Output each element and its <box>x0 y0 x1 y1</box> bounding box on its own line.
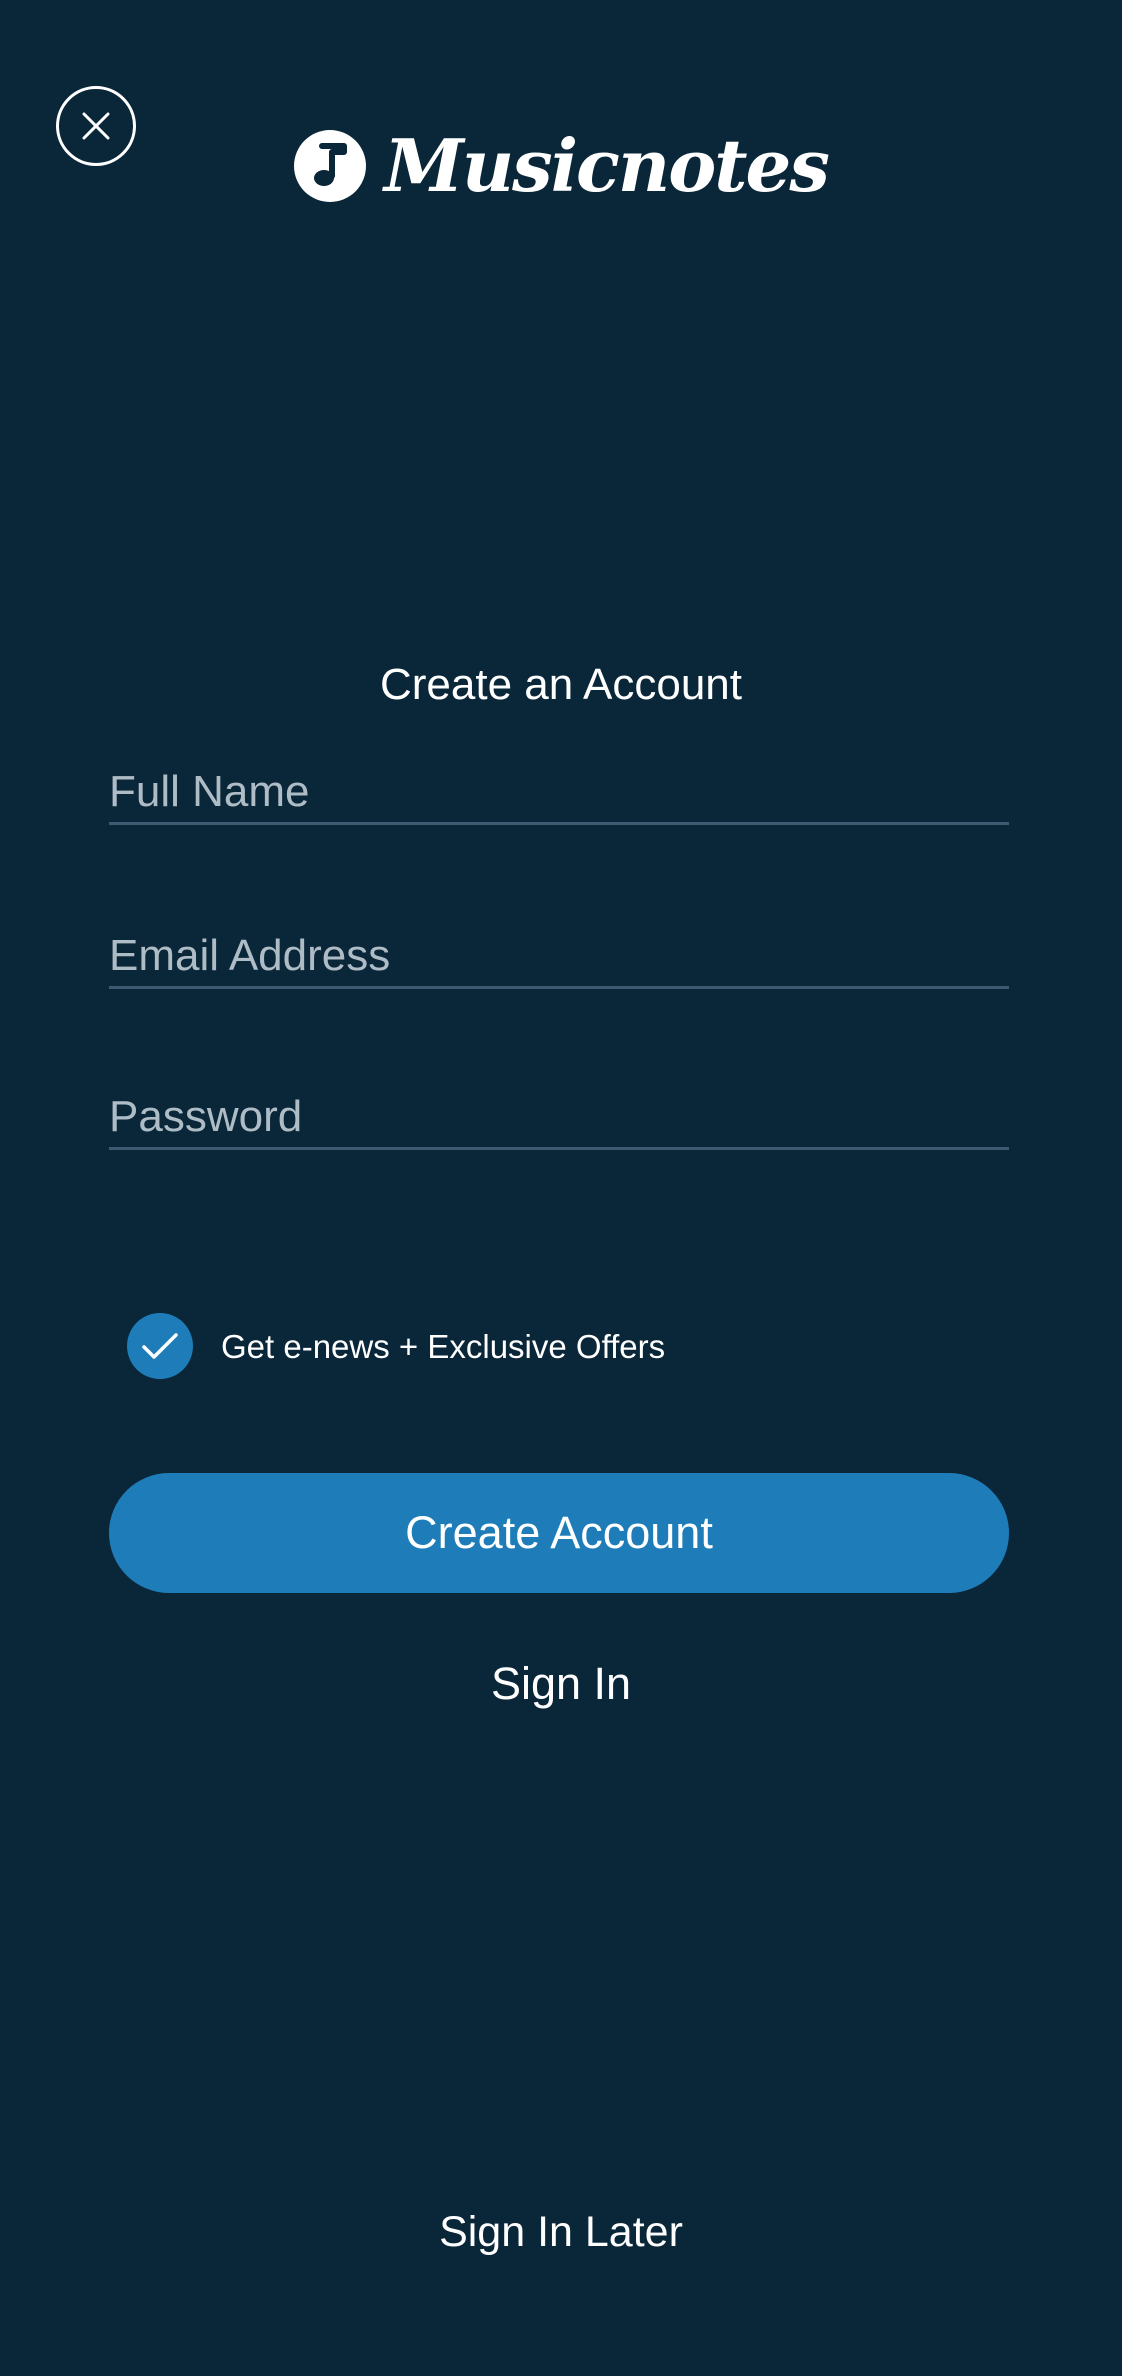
sign-in-later-link[interactable]: Sign In Later <box>0 2208 1122 2257</box>
logo-wordmark: Musicnotes <box>384 123 830 208</box>
newsletter-label: Get e-news + Exclusive Offers <box>221 1328 666 1365</box>
email-field[interactable] <box>109 926 1009 989</box>
full-name-input[interactable] <box>109 762 1009 822</box>
musicnotes-logo: Musicnotes <box>0 126 1122 206</box>
email-input[interactable] <box>109 926 1009 986</box>
password-field[interactable] <box>109 1087 1009 1150</box>
password-input[interactable] <box>109 1087 1009 1147</box>
page-title: Create an Account <box>379 660 742 709</box>
create-account-button[interactable]: Create Account <box>109 1473 1009 1593</box>
full-name-field[interactable] <box>109 762 1009 825</box>
music-note-icon <box>294 130 367 202</box>
newsletter-checkbox[interactable] <box>127 1313 193 1379</box>
checkmark-icon <box>142 1333 178 1359</box>
sign-in-link[interactable]: Sign In <box>0 1658 1122 1710</box>
